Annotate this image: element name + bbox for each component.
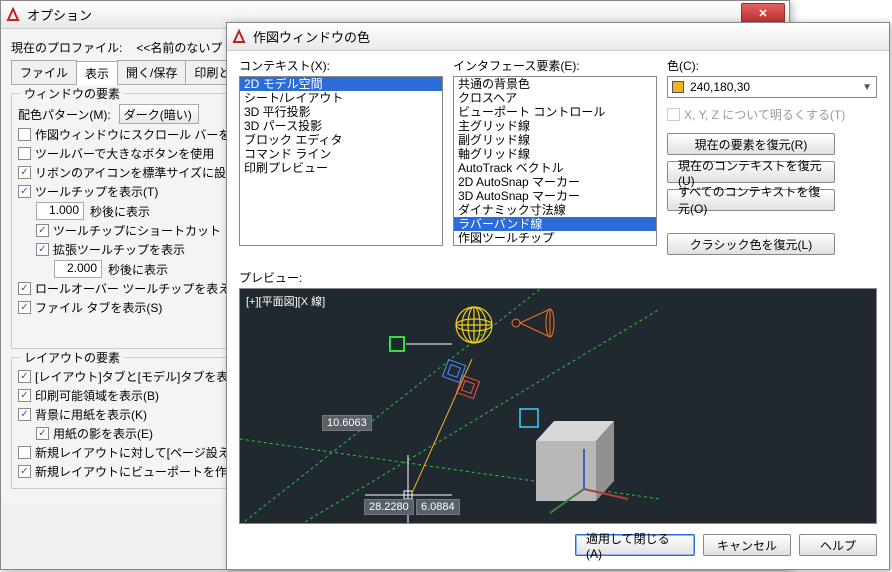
color-label: 色(C): <box>667 57 877 74</box>
lbl-file-tabs: ファイル タブを表示(S) <box>35 299 162 316</box>
chk-rollover[interactable] <box>18 282 31 295</box>
coord-1: 10.6063 <box>322 415 372 431</box>
colors-window: 作図ウィンドウの色 コンテキスト(X): 2D モデル空間シート/レイアウト3D… <box>226 22 890 570</box>
lbl-layout-model-tabs: [レイアウト]タブと[モデル]タブを表え <box>35 368 240 385</box>
iface-item[interactable]: クロスヘア <box>454 91 656 105</box>
lbl-tooltips: ツールチップを表示(T) <box>35 183 158 200</box>
color-scheme-label: 配色パターン(M): <box>18 106 111 123</box>
input-ext-delay[interactable]: 2.000 <box>54 260 102 278</box>
color-scheme-dropdown[interactable]: ダーク(暗い) <box>119 104 199 124</box>
lbl-ribbon-icons: リボンのアイコンを標準サイズに設え <box>35 164 238 181</box>
context-item[interactable]: コマンド ライン <box>240 147 442 161</box>
lbl-printable-area: 印刷可能領域を表示(B) <box>35 387 159 404</box>
tab-display[interactable]: 表示 <box>76 61 118 85</box>
context-label: コンテキスト(X): <box>239 57 443 74</box>
btn-restore-all[interactable]: すべてのコンテキストを復元(O) <box>667 189 835 211</box>
chk-large-buttons[interactable] <box>18 147 31 160</box>
iface-item[interactable]: 主グリッド線 <box>454 119 656 133</box>
tab-file[interactable]: ファイル <box>11 60 77 84</box>
iface-item[interactable]: 作図ツールチップの輪郭線 <box>454 245 656 246</box>
iface-item[interactable]: 作図ツールチップ <box>454 231 656 245</box>
chk-scrollbars[interactable] <box>18 128 31 141</box>
colors-title-text: 作図ウィンドウの色 <box>253 27 885 46</box>
iface-item[interactable]: AutoTrack ベクトル <box>454 161 656 175</box>
lbl-new-layout-page: 新規レイアウトに対して[ページ設え <box>35 444 230 461</box>
app-icon <box>231 29 247 45</box>
btn-restore-current[interactable]: 現在の要素を復元(R) <box>667 133 835 155</box>
chk-tooltips[interactable] <box>18 185 31 198</box>
lbl-sec2: 秒後に表示 <box>108 261 168 278</box>
colors-titlebar[interactable]: 作図ウィンドウの色 <box>227 23 889 51</box>
lbl-xyz-tint: X, Y, Z について明るくする(T) <box>684 106 845 123</box>
context-item[interactable]: 印刷プレビュー <box>240 161 442 175</box>
context-item[interactable]: 3D 平行投影 <box>240 105 442 119</box>
chk-tooltip-shortcut[interactable] <box>36 224 49 237</box>
iface-item[interactable]: 3D AutoSnap マーカー <box>454 189 656 203</box>
coord-3: 6.0884 <box>416 499 460 515</box>
legend-window-elements: ウィンドウの要素 <box>20 85 124 102</box>
iface-item[interactable]: 軸グリッド線 <box>454 147 656 161</box>
chk-file-tabs[interactable] <box>18 301 31 314</box>
chk-new-layout-page[interactable] <box>18 446 31 459</box>
profile-label: 現在のプロファイル: <box>11 39 122 56</box>
context-item[interactable]: シート/レイアウト <box>240 91 442 105</box>
iface-item[interactable]: 2D AutoSnap マーカー <box>454 175 656 189</box>
preview-pane: [+][平面図][X 線] <box>239 288 877 524</box>
chk-ext-tooltips[interactable] <box>36 243 49 256</box>
color-swatch-icon <box>672 81 684 93</box>
close-button[interactable]: ✕ <box>741 3 785 23</box>
chk-xyz-tint <box>667 108 680 121</box>
chevron-down-icon: ▼ <box>862 82 872 93</box>
lbl-rollover: ロールオーバー ツールチップを表え <box>35 280 230 297</box>
iface-item[interactable]: 共通の背景色 <box>454 77 656 91</box>
iface-label: インタフェース要素(E): <box>453 57 657 74</box>
lbl-tooltip-shortcut: ツールチップにショートカット キ <box>53 222 236 239</box>
btn-restore-classic[interactable]: クラシック色を復元(L) <box>667 233 835 255</box>
btn-cancel[interactable]: キャンセル <box>703 534 791 556</box>
chk-new-layout-vp[interactable] <box>18 465 31 478</box>
btn-help[interactable]: ヘルプ <box>799 534 877 556</box>
chk-ribbon-icons[interactable] <box>18 166 31 179</box>
preview-label: プレビュー: <box>239 269 877 286</box>
legend-layout-elements: レイアウトの要素 <box>20 349 124 366</box>
color-value: 240,180,30 <box>690 80 750 94</box>
profile-value: <<名前のないプ <box>136 39 222 56</box>
context-listbox[interactable]: 2D モデル空間シート/レイアウト3D 平行投影3D パース投影ブロック エディ… <box>239 76 443 246</box>
btn-restore-context[interactable]: 現在のコンテキストを復元(U) <box>667 161 835 183</box>
context-item[interactable]: 3D パース投影 <box>240 119 442 133</box>
chk-paper-bg[interactable] <box>18 408 31 421</box>
coord-2: 28.2280 <box>364 499 414 515</box>
chk-paper-shadow[interactable] <box>36 427 49 440</box>
lbl-ext-tooltips: 拡張ツールチップを表示 <box>53 241 185 258</box>
lbl-paper-bg: 背景に用紙を表示(K) <box>35 406 147 423</box>
iface-item[interactable]: ダイナミック寸法線 <box>454 203 656 217</box>
input-tooltip-delay[interactable]: 1.000 <box>36 202 84 220</box>
lbl-paper-shadow: 用紙の影を表示(E) <box>53 425 153 442</box>
context-item[interactable]: ブロック エディタ <box>240 133 442 147</box>
tab-open-save[interactable]: 開く/保存 <box>117 60 186 84</box>
lbl-large-buttons: ツールバーで大きなボタンを使用 <box>35 145 214 162</box>
lbl-sec1: 秒後に表示 <box>90 203 150 220</box>
iface-item[interactable]: 副グリッド線 <box>454 133 656 147</box>
lbl-new-layout-vp: 新規レイアウトにビューポートを作え <box>35 463 239 480</box>
lbl-scrollbars: 作図ウィンドウにスクロール バーをま <box>35 126 242 143</box>
chk-layout-model-tabs[interactable] <box>18 370 31 383</box>
iface-item[interactable]: ラバーバンド線 <box>454 217 656 231</box>
color-dropdown[interactable]: 240,180,30 ▼ <box>667 76 877 98</box>
btn-apply-close[interactable]: 適用して閉じる(A) <box>575 534 695 556</box>
context-item[interactable]: 2D モデル空間 <box>240 77 442 91</box>
chk-printable-area[interactable] <box>18 389 31 402</box>
app-icon <box>5 7 21 23</box>
iface-listbox[interactable]: 共通の背景色クロスヘアビューポート コントロール主グリッド線副グリッド線軸グリッ… <box>453 76 657 246</box>
iface-item[interactable]: ビューポート コントロール <box>454 105 656 119</box>
